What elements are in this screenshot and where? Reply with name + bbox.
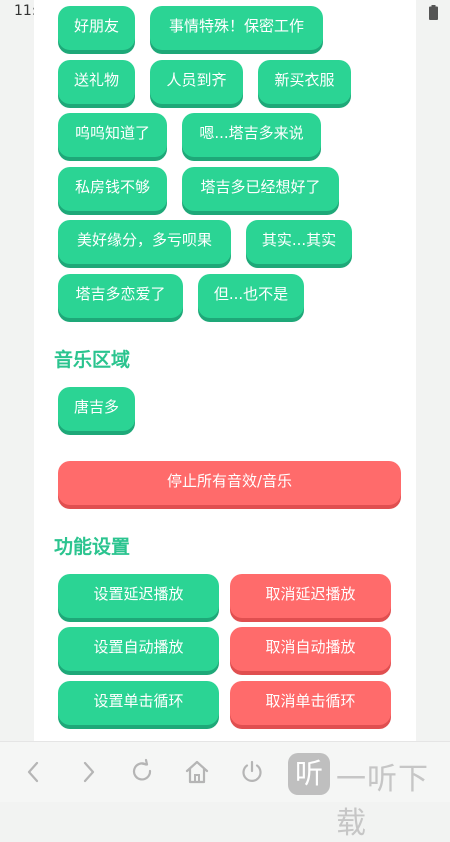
cancel-delay-button[interactable]: 取消延迟播放 [230, 574, 391, 618]
back-icon[interactable] [20, 758, 48, 786]
settings-section-title: 功能设置 [54, 536, 131, 558]
cancel-auto-button[interactable]: 取消自动播放 [230, 627, 391, 671]
sound-button[interactable]: 塔吉多已经想好了 [182, 167, 339, 211]
home-icon[interactable] [183, 758, 211, 786]
browser-nav-bar: 听 一听下载 [0, 741, 450, 841]
stop-all-button[interactable]: 停止所有音效/音乐 [58, 461, 401, 505]
music-section-title: 音乐区域 [54, 349, 131, 371]
sound-button[interactable]: 嗯...塔吉多来说 [182, 113, 321, 157]
sound-button[interactable]: 事情特殊！保密工作 [150, 6, 323, 50]
watermark-text: 一听下载 [336, 762, 429, 841]
cancel-loop-button[interactable]: 取消单击循环 [230, 681, 391, 725]
forward-icon[interactable] [74, 758, 102, 786]
sound-button[interactable]: 但...也不是 [198, 274, 304, 318]
watermark-logo: 听 一听下载 [288, 750, 450, 841]
set-loop-button[interactable]: 设置单击循环 [58, 681, 219, 725]
set-auto-button[interactable]: 设置自动播放 [58, 627, 219, 671]
content-card: 好朋友 事情特殊！保密工作 送礼物 人员到齐 新买衣服 呜呜知道了 嗯...塔吉… [34, 0, 416, 741]
sound-button[interactable]: 呜呜知道了 [58, 113, 167, 157]
sound-button[interactable]: 送礼物 [58, 60, 135, 104]
sound-button[interactable]: 人员到齐 [150, 60, 243, 104]
watermark-logo-icon: 听 [288, 753, 330, 795]
sound-button[interactable]: 美好缘分，多亏呗果 [58, 220, 231, 264]
refresh-icon[interactable] [128, 758, 156, 786]
battery-icon [429, 5, 438, 20]
power-icon[interactable] [238, 758, 266, 786]
sound-button[interactable]: 新买衣服 [258, 60, 351, 104]
sound-button[interactable]: 塔吉多恋爱了 [58, 274, 183, 318]
sound-button[interactable]: 其实...其实 [246, 220, 352, 264]
set-delay-button[interactable]: 设置延迟播放 [58, 574, 219, 618]
music-button[interactable]: 唐吉多 [58, 387, 135, 431]
sound-button[interactable]: 私房钱不够 [58, 167, 167, 211]
sound-button[interactable]: 好朋友 [58, 6, 135, 50]
